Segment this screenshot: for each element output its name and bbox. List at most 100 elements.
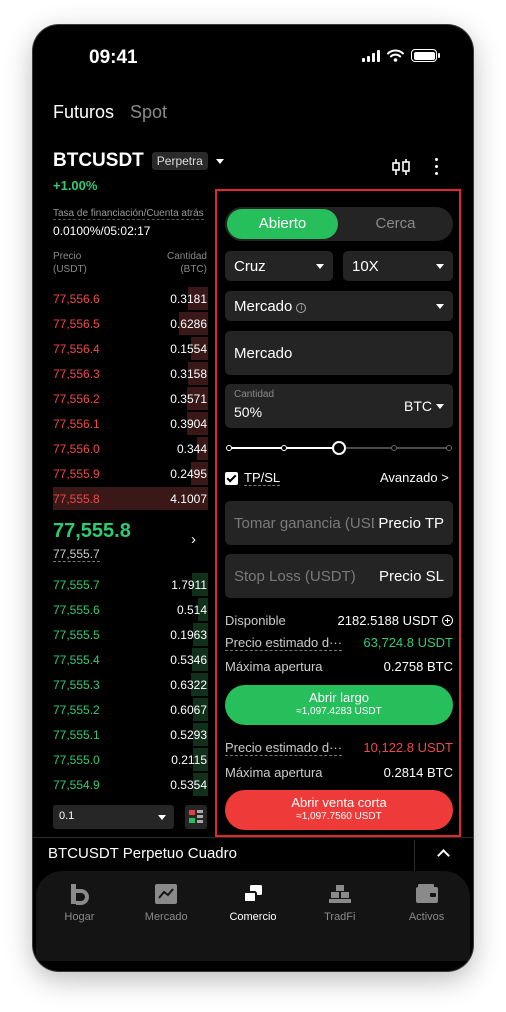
open-long-button[interactable]: Abrir largo ≈1,097.4283 USDT (225, 685, 453, 725)
price-header-unit: (USDT) (53, 264, 87, 275)
slider-step-dot[interactable] (446, 445, 452, 451)
pair-selector[interactable]: BTCUSDT Perpetra (53, 150, 224, 172)
leverage-select[interactable]: 10X (343, 251, 453, 281)
perpetual-badge: Perpetra (151, 152, 208, 170)
tab-assets[interactable]: Activos (387, 881, 467, 961)
orderbook-layout-icon[interactable] (185, 805, 207, 829)
bid-row[interactable]: 77,555.7 1.7911 (53, 572, 208, 597)
quantity-field[interactable]: Cantidad 50% BTC (225, 384, 453, 428)
stop-loss-field[interactable]: Stop Loss (USDT) Precio SL (225, 554, 453, 598)
ask-row[interactable]: 77,556.6 0.3181 (53, 286, 208, 311)
chevron-up-icon[interactable] (437, 849, 450, 862)
tab-market[interactable]: Mercado (126, 881, 206, 961)
bid-row[interactable]: 77,555.0 0.2115 (53, 747, 208, 772)
ask-row[interactable]: 77,555.9 0.2495 (53, 461, 208, 486)
slider-step-dot[interactable] (281, 445, 287, 451)
more-options-icon[interactable] (435, 158, 438, 175)
ask-price: 77,556.0 (53, 441, 100, 456)
tab-market-label: Mercado (144, 911, 188, 923)
slider-knob[interactable] (332, 441, 346, 455)
short-max-value: 0.2814 BTC (383, 765, 453, 780)
trade-icon (242, 885, 262, 903)
signal-icon (362, 49, 380, 62)
funding-label[interactable]: Tasa de financiación/Cuenta atrás (53, 208, 204, 220)
chevron-right-icon[interactable]: › (191, 531, 196, 548)
tab-futures[interactable]: Futuros (53, 102, 114, 123)
qty-header-label: Cantidad (166, 251, 207, 262)
tab-spot[interactable]: Spot (130, 102, 167, 123)
add-funds-icon[interactable] (442, 615, 453, 626)
status-time: 09:41 (89, 47, 138, 68)
ask-row[interactable]: 77,555.8 4.1007 (53, 486, 208, 511)
tab-assets-label: Activos (408, 911, 445, 923)
bid-row[interactable]: 77,555.3 0.6322 (53, 672, 208, 697)
tpsl-label[interactable]: TP/SL (244, 470, 281, 486)
caret-down-icon (436, 263, 444, 269)
open-long-label: Abrir largo (309, 690, 369, 705)
ask-price: 77,556.5 (53, 316, 100, 331)
chart-drawer-title: BTCUSDT Perpetuo Cuadro (48, 845, 237, 862)
ask-row[interactable]: 77,556.2 0.3571 (53, 386, 208, 411)
bid-row[interactable]: 77,555.5 0.1963 (53, 622, 208, 647)
tab-home-label: Hogar (64, 911, 95, 923)
tab-home[interactable]: Hogar (39, 881, 119, 961)
bid-price: 77,555.0 (53, 752, 100, 767)
bid-row[interactable]: 77,555.6 0.514 (53, 597, 208, 622)
short-estimate-label[interactable]: Precio estimado d··· (225, 740, 343, 756)
status-bar: 09:41 (33, 25, 473, 85)
bid-row[interactable]: 77,554.9 0.5354 (53, 772, 208, 797)
bid-price: 77,555.7 (53, 577, 100, 592)
tab-trade[interactable]: Comercio (213, 881, 293, 961)
toggle-open[interactable]: Abierto (227, 209, 338, 239)
quantity-slider[interactable] (225, 441, 453, 455)
stop-loss-unit[interactable]: Precio SL (379, 568, 444, 585)
quantity-unit-select[interactable]: BTC (404, 398, 444, 414)
ask-row[interactable]: 77,556.4 0.1554 (53, 336, 208, 361)
price-field-value: Mercado (234, 345, 293, 362)
phone-frame: 09:41 Futuros Spot BTCUSDT Perpetra +1.0… (33, 25, 473, 971)
bid-quantity: 1.7911 (171, 577, 207, 592)
ask-price: 77,556.2 (53, 391, 100, 406)
slider-step-dot[interactable] (226, 445, 232, 451)
bid-quantity: 0.6067 (170, 702, 207, 717)
chart-drawer-bar[interactable]: BTCUSDT Perpetuo Cuadro (33, 837, 473, 872)
open-short-button[interactable]: Abrir venta corta ≈1,097.7560 USDT (225, 790, 453, 830)
advanced-link[interactable]: Avanzado > (380, 470, 449, 485)
ask-row[interactable]: 77,556.5 0.6286 (53, 311, 208, 336)
depth-select[interactable]: 0.1 (53, 805, 174, 829)
ask-quantity: 0.6286 (170, 316, 207, 331)
short-estimate-row: Precio estimado d··· 10,122.8 USDT (225, 740, 453, 756)
bid-row[interactable]: 77,555.1 0.5293 (53, 722, 208, 747)
long-estimate-label[interactable]: Precio estimado d··· (225, 635, 343, 651)
long-max-row: Máxima apertura 0.2758 BTC (225, 659, 453, 674)
bid-price: 77,555.3 (53, 677, 100, 692)
price-field[interactable]: Mercado (225, 331, 453, 375)
price-header-label: Precio (53, 251, 82, 262)
bid-row[interactable]: 77,555.4 0.5346 (53, 647, 208, 672)
bid-price: 77,555.2 (53, 702, 100, 717)
take-profit-unit[interactable]: Precio TP (378, 515, 444, 532)
funding-value: 0.0100%/05:02:17 (53, 224, 151, 238)
tab-tradfi[interactable]: TradFi (300, 881, 380, 961)
wifi-icon (387, 49, 404, 62)
tpsl-checkbox[interactable] (225, 472, 238, 485)
slider-step-dot[interactable] (391, 445, 397, 451)
market-tabs: Futuros Spot (53, 102, 167, 123)
ask-row[interactable]: 77,556.1 0.3904 (53, 411, 208, 436)
caret-down-icon (436, 303, 444, 309)
bid-price: 77,554.9 (53, 777, 100, 792)
quantity-value: 50% (234, 404, 263, 420)
depth-value: 0.1 (59, 810, 75, 822)
ask-row[interactable]: 77,556.0 0.344 (53, 436, 208, 461)
ask-row[interactable]: 77,556.3 0.3158 (53, 361, 208, 386)
take-profit-field[interactable]: Tomar ganancia (USDT) Precio TP (225, 501, 453, 545)
take-profit-placeholder: Tomar ganancia (USDT) (234, 514, 374, 532)
divider (414, 840, 415, 872)
margin-mode-select[interactable]: Cruz (225, 251, 333, 281)
market-chart-icon (155, 884, 178, 904)
toggle-close[interactable]: Cerca (340, 209, 451, 239)
bid-row[interactable]: 77,555.2 0.6067 (53, 697, 208, 722)
info-icon[interactable]: i (296, 302, 307, 313)
order-type-select[interactable]: Mercado i (225, 291, 453, 321)
candlestick-chart-icon[interactable] (391, 158, 411, 176)
